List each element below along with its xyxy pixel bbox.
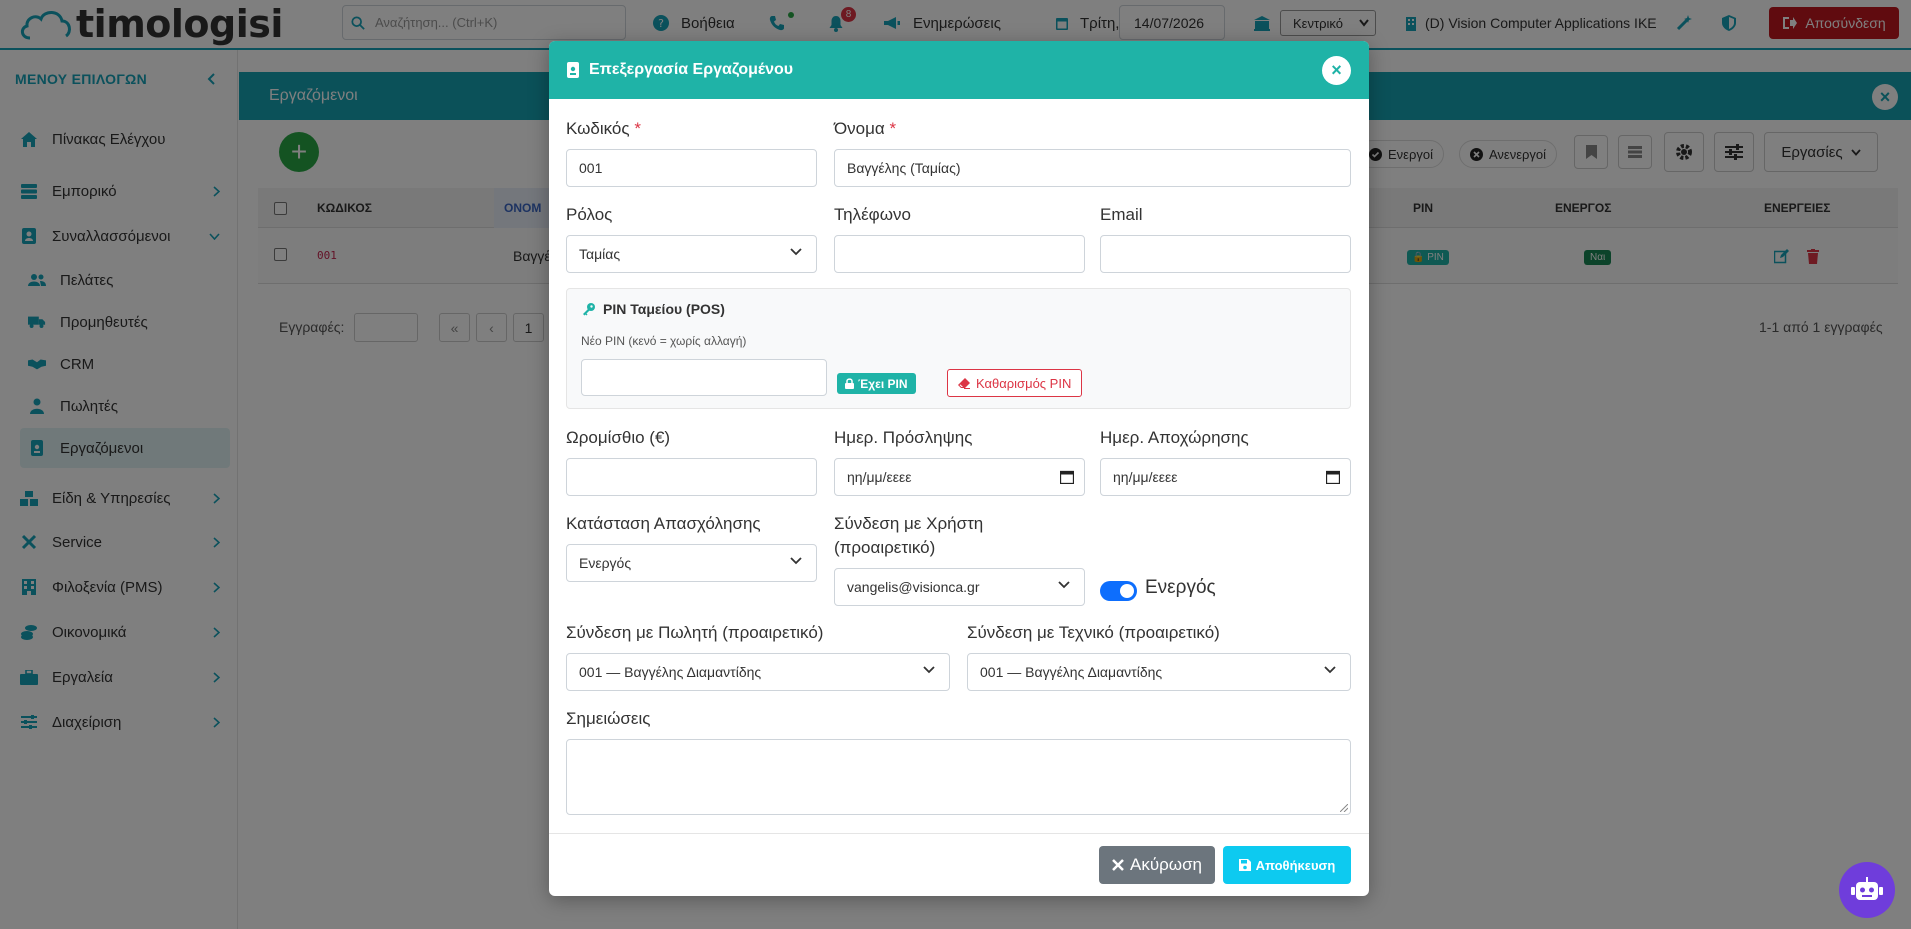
notes-textarea[interactable] [566,739,1351,815]
employment-status-value: Ενεργός [579,555,632,571]
employment-status-label: Κατάσταση Απασχόλησης [566,514,761,533]
tech-link-label: Σύνδεση με Τεχνικό (προαιρετικό) [967,623,1220,642]
cancel-button[interactable]: Ακύρωση [1099,846,1215,884]
leave-date-input[interactable]: ηη/μμ/εεεε [1100,458,1351,496]
user-link-label: Σύνδεση με Χρήστη (προαιρετικό) [834,514,984,557]
save-button[interactable]: Αποθήκευση [1223,846,1351,884]
modal-title: Επεξεργασία Εργαζομένου [589,61,794,78]
role-label: Ρόλος [566,205,613,224]
hire-date-label: Ημερ. Πρόσληψης [834,428,973,447]
calendar-icon[interactable] [1326,470,1340,484]
leave-date-label: Ημερ. Αποχώρησης [1100,428,1249,447]
hire-date-placeholder: ηη/μμ/εεεε [847,469,912,485]
hire-date-input[interactable]: ηη/μμ/εεεε [834,458,1085,496]
id-badge-icon [567,62,579,78]
tech-link-value: 001 — Βαγγέλης Διαμαντίδης [980,664,1163,680]
active-toggle[interactable] [1100,581,1137,601]
pin-title: PIN Ταμείου (POS) [583,301,725,317]
wage-label: Ωρομίσθιο (€) [566,428,671,447]
email-label: Email [1100,205,1143,224]
close-icon [1112,859,1124,871]
chevron-down-icon [1324,666,1336,674]
user-link-select[interactable]: vangelis@visionca.gr [834,568,1085,606]
pin-sublabel: Νέο PIN (κενό = χωρίς αλλαγή) [581,334,747,348]
seller-link-label: Σύνδεση με Πωλητή (προαιρετικό) [566,623,824,642]
pin-input[interactable] [581,359,827,396]
calendar-icon[interactable] [1060,470,1074,484]
seller-link-value: 001 — Βαγγέλης Διαμαντίδης [579,664,762,680]
name-label: Όνομα * [834,119,897,138]
modal-close-button[interactable]: × [1322,56,1351,85]
has-pin-badge: Έχει PIN [837,373,916,394]
wage-input[interactable] [566,458,817,496]
code-input[interactable]: 001 [566,149,817,187]
clear-pin-button[interactable]: Καθαρισμός PIN [947,369,1083,397]
chatbot-button[interactable] [1839,862,1895,918]
floppy-disk-icon [1238,859,1251,871]
key-icon [583,302,595,315]
resize-handle-icon[interactable] [1340,804,1348,812]
active-toggle-label: Ενεργός [1145,577,1216,598]
seller-link-select[interactable]: 001 — Βαγγέλης Διαμαντίδης [566,653,950,691]
role-select[interactable]: Ταμίας [566,235,817,273]
lock-icon [845,378,854,389]
role-value: Ταμίας [579,246,621,262]
notes-label: Σημειώσεις [566,709,651,728]
name-input[interactable]: Βαγγέλης (Ταμίας) [834,149,1351,187]
tech-link-select[interactable]: 001 — Βαγγέλης Διαμαντίδης [967,653,1351,691]
employment-status-select[interactable]: Ενεργός [566,544,817,582]
code-label: Κωδικός * [566,119,641,138]
chevron-down-icon [790,248,802,256]
phone-input[interactable] [834,235,1085,273]
eraser-icon [958,377,970,389]
phone-label: Τηλέφωνο [834,205,911,224]
modal-header: Επεξεργασία Εργαζομένου [549,41,1369,99]
robot-icon [1851,877,1883,900]
user-link-value: vangelis@visionca.gr [847,579,980,595]
leave-date-placeholder: ηη/μμ/εεεε [1113,469,1178,485]
edit-employee-modal: Επεξεργασία Εργαζομένου × Κωδικός * 001 … [549,41,1369,896]
pin-section: PIN Ταμείου (POS) Νέο PIN (κενό = χωρίς … [566,288,1351,409]
chevron-down-icon [1058,581,1070,589]
chevron-down-icon [790,557,802,565]
modal-footer: Ακύρωση Αποθήκευση [549,833,1369,896]
chevron-down-icon [923,666,935,674]
email-input[interactable] [1100,235,1351,273]
